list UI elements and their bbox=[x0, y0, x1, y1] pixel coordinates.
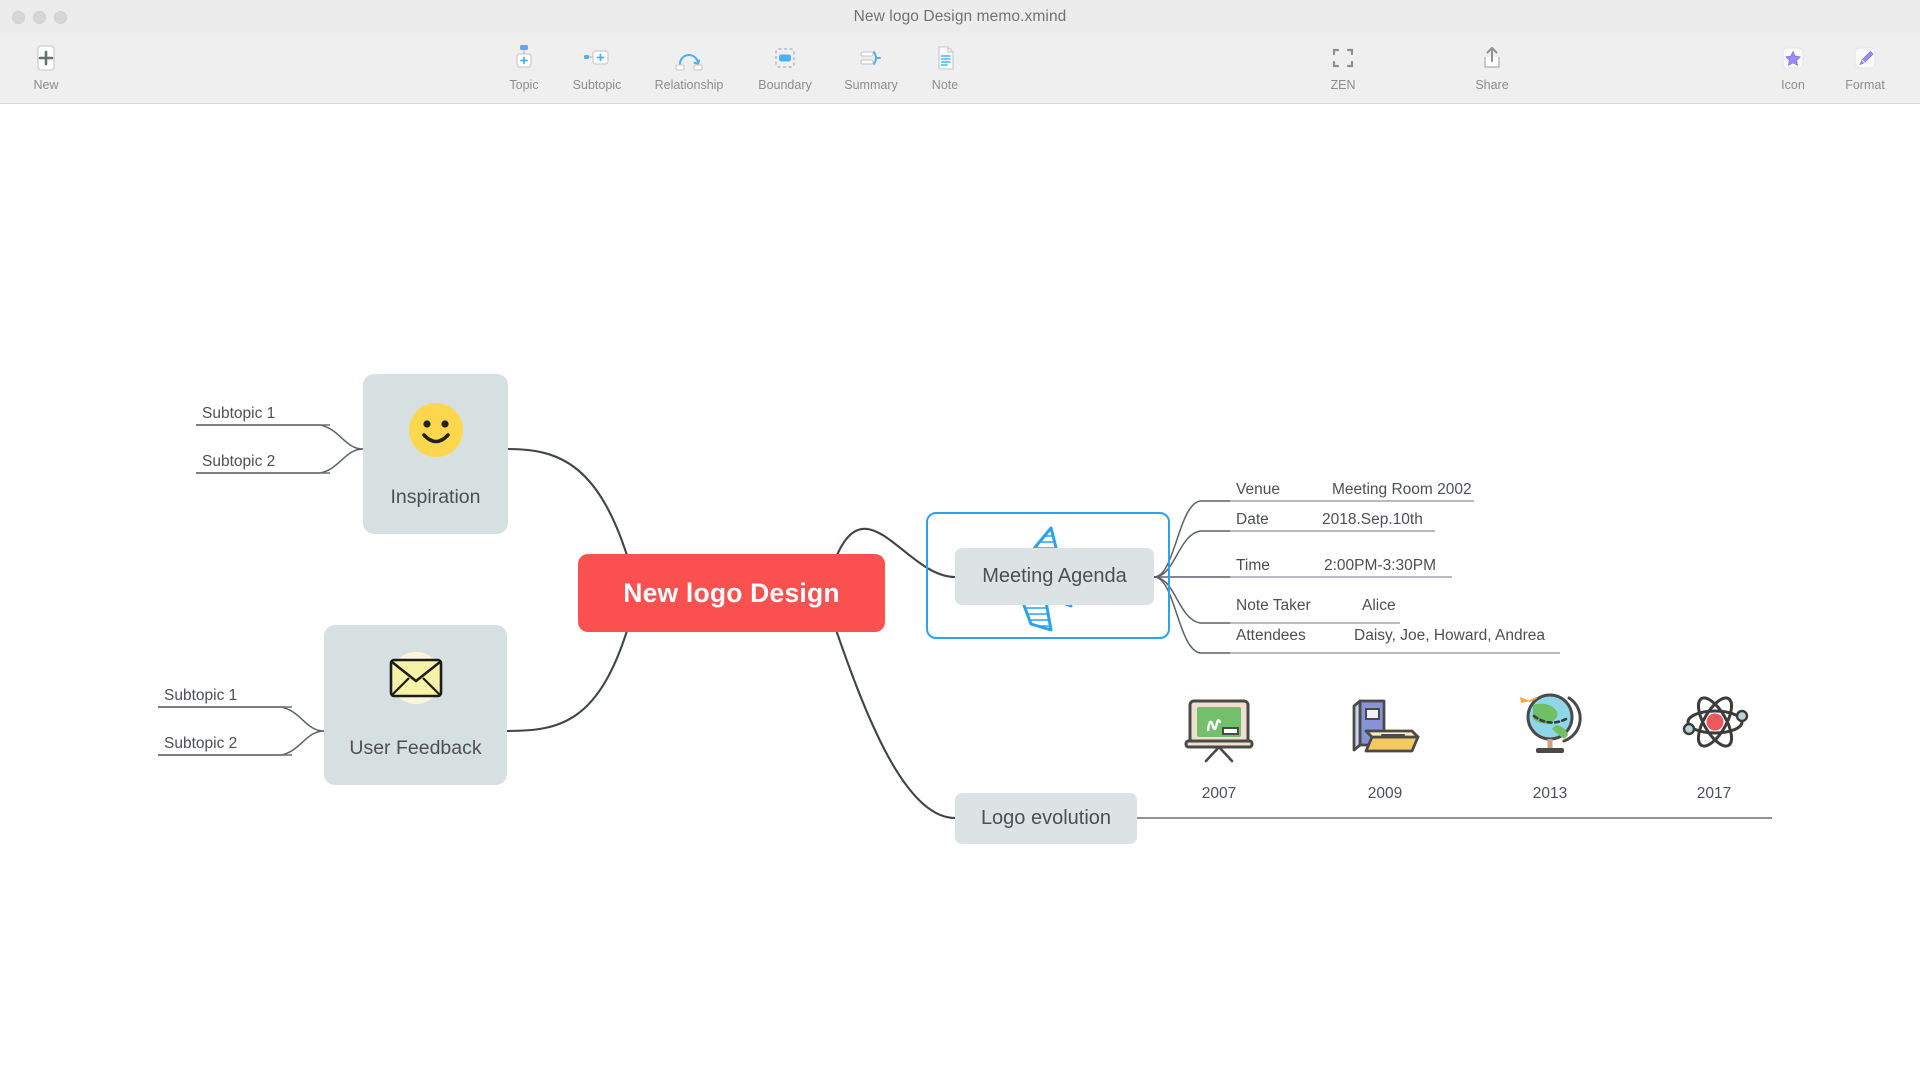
note-icon bbox=[930, 42, 960, 74]
toolbar-label: Format bbox=[1845, 78, 1885, 92]
atom-icon bbox=[1672, 689, 1758, 761]
branch-label: Inspiration bbox=[390, 486, 481, 508]
toolbar-label: ZEN bbox=[1330, 78, 1356, 92]
central-topic[interactable]: New logo Design bbox=[578, 554, 885, 632]
leaf-userfeedback-subtopic-1[interactable]: Subtopic 1 bbox=[164, 687, 237, 705]
detail-key-time[interactable]: Time bbox=[1236, 557, 1270, 575]
zen-fullscreen-icon bbox=[1328, 42, 1358, 74]
detail-value-note-taker[interactable]: Alice bbox=[1362, 597, 1396, 615]
leaf-inspiration-subtopic-2[interactable]: Subtopic 2 bbox=[202, 453, 275, 471]
format-brush-icon bbox=[1850, 42, 1880, 74]
toolbar-label: Icon bbox=[1781, 78, 1805, 92]
detail-value-attendees[interactable]: Daisy, Joe, Howard, Andrea bbox=[1354, 627, 1545, 645]
toolbar-button-icon[interactable]: Icon bbox=[1761, 40, 1825, 100]
toolbar-label: Topic bbox=[509, 78, 539, 92]
boundary-icon bbox=[770, 42, 800, 74]
toolbar-button-share[interactable]: Share bbox=[1446, 40, 1538, 100]
toolbar-button-new[interactable]: New bbox=[0, 40, 92, 100]
add-topic-icon bbox=[509, 42, 539, 74]
toolbar-label: Subtopic bbox=[572, 78, 622, 92]
relationship-icon bbox=[673, 42, 705, 74]
add-subtopic-icon bbox=[582, 42, 612, 74]
timeline-year-2007[interactable]: 2007 bbox=[1179, 785, 1259, 803]
detail-value-date[interactable]: 2018.Sep.10th bbox=[1322, 511, 1423, 529]
star-icon bbox=[1778, 42, 1808, 74]
toolbar-button-zen[interactable]: ZEN bbox=[1297, 40, 1389, 100]
branch-node-logo-evolution[interactable]: Logo evolution bbox=[955, 793, 1137, 844]
detail-key-note-taker[interactable]: Note Taker bbox=[1236, 597, 1311, 615]
toolbar-label: Boundary bbox=[758, 78, 812, 92]
toolbar-button-format[interactable]: Format bbox=[1828, 40, 1902, 100]
share-upload-icon bbox=[1477, 42, 1507, 74]
toolbar-label: Relationship bbox=[654, 78, 724, 92]
detail-key-attendees[interactable]: Attendees bbox=[1236, 627, 1306, 645]
detail-value-venue[interactable]: Meeting Room 2002 bbox=[1332, 481, 1472, 499]
branch-label: User Feedback bbox=[349, 737, 482, 759]
leaf-inspiration-subtopic-1[interactable]: Subtopic 1 bbox=[202, 405, 275, 423]
globe-icon bbox=[1508, 685, 1594, 757]
blackboard-icon bbox=[1176, 693, 1262, 765]
toolbar-button-note[interactable]: Note bbox=[899, 40, 991, 100]
toolbar-label: Note bbox=[931, 78, 959, 92]
page-title: New logo Design memo.xmind bbox=[853, 8, 1067, 25]
main-toolbar: New Topic Subtopic Relationship Boundary… bbox=[0, 36, 1920, 104]
mindmap-canvas[interactable]: New logo Design Inspiration User Feedbac… bbox=[0, 105, 1920, 1080]
branch-node-meeting-agenda[interactable]: Meeting Agenda bbox=[955, 548, 1154, 605]
toolbar-label: Share bbox=[1475, 78, 1509, 92]
detail-value-time[interactable]: 2:00PM-3:30PM bbox=[1324, 557, 1436, 575]
detail-key-date[interactable]: Date bbox=[1236, 511, 1269, 529]
detail-key-venue[interactable]: Venue bbox=[1236, 481, 1280, 499]
smiley-face-emoji bbox=[405, 399, 467, 470]
branch-node-inspiration[interactable]: Inspiration bbox=[363, 374, 508, 534]
toolbar-button-boundary[interactable]: Boundary bbox=[739, 40, 831, 100]
toolbar-button-subtopic[interactable]: Subtopic bbox=[551, 40, 643, 100]
toolbar-label: Summary bbox=[844, 78, 898, 92]
summary-icon bbox=[856, 42, 886, 74]
timeline-year-2009[interactable]: 2009 bbox=[1345, 785, 1425, 803]
leaf-userfeedback-subtopic-2[interactable]: Subtopic 2 bbox=[164, 735, 237, 753]
envelope-emoji bbox=[383, 650, 449, 721]
timeline-year-2013[interactable]: 2013 bbox=[1510, 785, 1590, 803]
new-document-icon bbox=[31, 42, 61, 74]
toolbar-label: New bbox=[33, 78, 59, 92]
branch-node-user-feedback[interactable]: User Feedback bbox=[324, 625, 507, 785]
timeline-year-2017[interactable]: 2017 bbox=[1674, 785, 1754, 803]
toolbar-button-relationship[interactable]: Relationship bbox=[643, 40, 735, 100]
books-icon bbox=[1342, 693, 1428, 765]
window-title-bar: New logo Design memo.xmind bbox=[0, 0, 1920, 36]
